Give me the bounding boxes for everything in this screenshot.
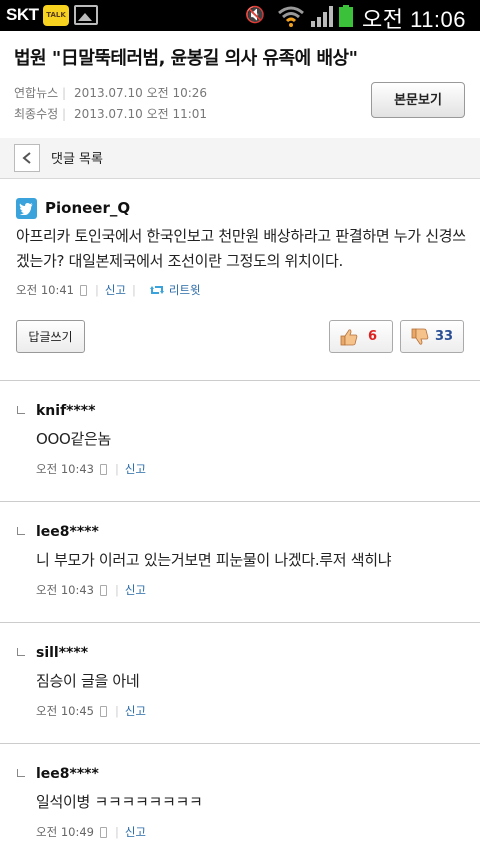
reply-body: 짐승이 글을 아네	[36, 672, 140, 690]
reply-time: 오전 10:43	[36, 462, 94, 476]
write-reply-button[interactable]: 답글쓰기	[16, 320, 85, 353]
mobile-icon	[99, 463, 107, 475]
retweet-icon[interactable]	[149, 284, 164, 296]
reply-time: 오전 10:43	[36, 583, 94, 597]
article-header: 법원 "日말뚝테러범, 윤봉길 의사 유족에 배상" 연합뉴스 | 2013.07.…	[0, 31, 480, 139]
report-link[interactable]: 신고	[125, 582, 146, 598]
reply-item: lee8**** 니 부모가 이러고 있는거보면 피눈물이 나겠다.루저 색히냐…	[0, 502, 480, 623]
reply-time: 오전 10:49	[36, 825, 94, 839]
modified-label: 최종수정	[14, 107, 59, 121]
reply-body: 니 부모가 이러고 있는거보면 피눈물이 나겠다.루저 색히냐	[36, 551, 392, 569]
article-title: 법원 "日말뚝테러범, 윤봉길 의사 유족에 배상"	[14, 48, 358, 69]
gallery-icon	[74, 5, 98, 25]
report-link[interactable]: 신고	[125, 824, 146, 840]
mobile-icon	[99, 705, 107, 717]
main-comment: Pioneer_Q 아프리카 토인국에서 한국인보고 천만원 배상하라고 판결하…	[0, 179, 480, 381]
clock: 오전 11:06	[362, 7, 467, 32]
reply-arrow-icon	[17, 769, 25, 777]
retweet-link[interactable]: 리트윗	[169, 282, 201, 298]
comment-author: Pioneer_Q	[45, 199, 131, 217]
dislike-count: 33	[435, 329, 454, 344]
modified-date: 2013.07.10 오전 11:01	[74, 107, 208, 121]
like-count: 6	[368, 329, 378, 344]
reply-author: lee8****	[36, 766, 99, 782]
kakaotalk-icon: TALK	[43, 5, 69, 26]
signal-icon	[311, 6, 333, 27]
comment-body: 아프리카 토인국에서 한국인보고 천만원 배상하라고 판결하면 누가 신경쓰겠는…	[16, 227, 466, 270]
mute-icon: 🔇	[245, 5, 265, 24]
dislike-button[interactable]: 33	[400, 320, 464, 353]
mobile-icon	[99, 826, 107, 838]
reply-time: 오전 10:45	[36, 704, 94, 718]
reply-body: OOO같은놈	[36, 430, 112, 448]
comment-list-header: 댓글 목록	[0, 138, 480, 179]
like-button[interactable]: 6	[329, 320, 393, 353]
reply-arrow-icon	[17, 648, 25, 656]
chevron-left-icon	[22, 152, 31, 164]
view-article-button[interactable]: 본문보기	[371, 82, 465, 118]
battery-icon	[339, 5, 353, 27]
reply-author: knif****	[36, 403, 96, 419]
report-link[interactable]: 신고	[125, 461, 146, 477]
report-link[interactable]: 신고	[105, 282, 126, 298]
reply-item: knif**** OOO같은놈 오전 10:43 | 신고	[0, 381, 480, 502]
report-link[interactable]: 신고	[125, 703, 146, 719]
reply-arrow-icon	[17, 527, 25, 535]
back-button[interactable]	[14, 144, 40, 172]
wifi-icon	[278, 6, 304, 27]
thumbs-down-icon	[411, 328, 429, 345]
reply-body: 일석이병 ㅋㅋㅋㅋㅋㅋㅋㅋ	[36, 793, 203, 811]
reply-meta: 오전 10:43 | 신고	[36, 461, 147, 477]
twitter-icon	[16, 198, 37, 219]
source-line: 연합뉴스 | 2013.07.10 오전 10:26	[14, 86, 208, 100]
reply-item: sill**** 짐승이 글을 아네 오전 10:45 | 신고	[0, 623, 480, 744]
comment-list-title: 댓글 목록	[51, 152, 103, 167]
modified-line: 최종수정 | 2013.07.10 오전 11:01	[14, 107, 208, 121]
reply-item: lee8**** 일석이병 ㅋㅋㅋㅋㅋㅋㅋㅋ 오전 10:49 | 신고	[0, 744, 480, 853]
reply-meta: 오전 10:49 | 신고	[36, 824, 147, 840]
comment-time: 오전 10:41	[16, 283, 74, 297]
reply-author: lee8****	[36, 524, 99, 540]
status-bar: SKT TALK 🔇 오전 11:06	[0, 0, 480, 32]
reply-meta: 오전 10:43 | 신고	[36, 582, 147, 598]
source-label: 연합뉴스	[14, 86, 59, 100]
reply-meta: 오전 10:45 | 신고	[36, 703, 147, 719]
comment-meta: 오전 10:41 | 신고 | 리트윗	[16, 282, 201, 298]
source-date: 2013.07.10 오전 10:26	[74, 86, 208, 100]
reply-arrow-icon	[17, 406, 25, 414]
mobile-icon	[99, 584, 107, 596]
thumbs-up-icon	[340, 329, 358, 346]
mobile-icon	[79, 284, 87, 296]
carrier-label: SKT	[6, 5, 39, 24]
reply-author: sill****	[36, 645, 89, 661]
